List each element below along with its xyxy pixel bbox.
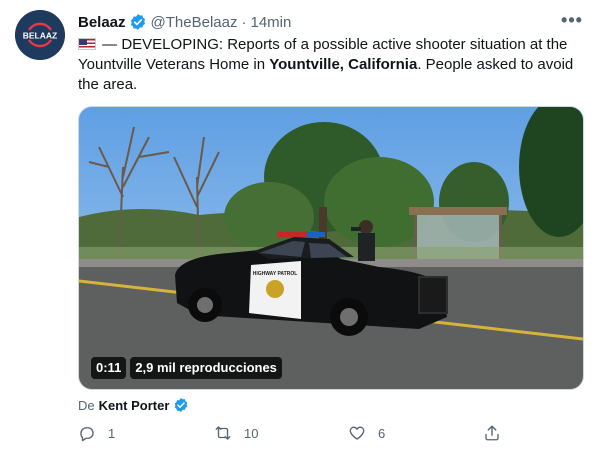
tweet-text: — DEVELOPING: Reports of a possible acti…	[78, 35, 588, 95]
reply-count: 1	[108, 425, 116, 441]
attribution-prefix: De	[78, 397, 95, 413]
retweet-button[interactable]: 10	[214, 424, 258, 442]
share-icon	[483, 424, 501, 442]
video-duration: 0:11	[91, 357, 127, 379]
verified-badge-icon	[129, 13, 147, 31]
like-button[interactable]: 6	[348, 424, 385, 442]
display-name[interactable]: Belaaz	[78, 14, 126, 31]
video-meta: 0:11 2,9 mil reproducciones	[91, 357, 282, 379]
separator-dot: ·	[241, 13, 247, 31]
tweet-timestamp[interactable]: 14min	[250, 14, 291, 31]
car-door-badge-text: HIGHWAY PATROL	[253, 271, 298, 277]
like-count: 6	[378, 425, 386, 441]
retweet-icon	[214, 424, 232, 442]
attribution-author[interactable]: Kent Porter	[99, 398, 170, 413]
tweet[interactable]: BELAAZ Belaaz @TheBelaaz · 14min ••• — D…	[0, 0, 599, 450]
tweet-header: Belaaz @TheBelaaz · 14min	[78, 13, 291, 31]
video-player[interactable]: HIGHWAY PATROL 0:11 2,9 mil reproduccion…	[78, 106, 584, 390]
verified-badge-icon	[173, 397, 189, 413]
reply-button[interactable]: 1	[78, 424, 115, 442]
retweet-count: 10	[244, 425, 259, 441]
avatar[interactable]: BELAAZ	[15, 10, 65, 60]
more-icon[interactable]: •••	[559, 10, 585, 30]
avatar-logo-text: BELAAZ	[23, 31, 57, 41]
media-attribution: De Kent Porter	[78, 397, 189, 413]
us-flag-icon	[78, 38, 96, 50]
heart-icon	[348, 424, 366, 442]
video-view-count: 2,9 mil reproducciones	[130, 357, 282, 379]
share-button[interactable]	[483, 424, 501, 442]
tweet-actions: 1 10 6	[78, 424, 508, 446]
reply-icon	[78, 424, 96, 442]
video-thumbnail[interactable]: HIGHWAY PATROL	[79, 107, 583, 389]
tweet-text-location: Yountville, California	[269, 56, 418, 73]
user-handle[interactable]: @TheBelaaz	[151, 14, 238, 31]
